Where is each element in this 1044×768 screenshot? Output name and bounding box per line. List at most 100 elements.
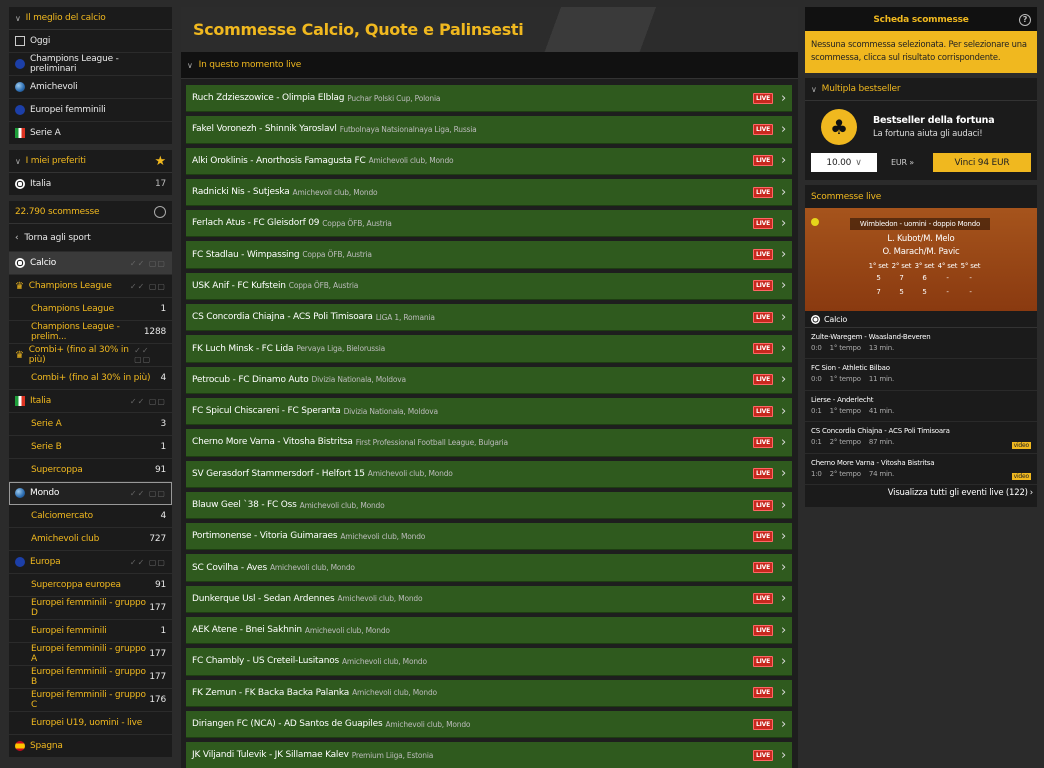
- best-item[interactable]: Serie A: [9, 122, 172, 145]
- all-live-link[interactable]: Visualizza tutti gli eventi live (122) ›: [805, 485, 1037, 501]
- globe-icon: [15, 82, 25, 92]
- tree-subitem[interactable]: Serie A 3: [9, 413, 172, 436]
- multi-bestseller-header[interactable]: ∨ Multipla bestseller: [805, 78, 1037, 101]
- favorites-header[interactable]: ∨ I miei preferiti ★: [9, 150, 172, 173]
- toggle-icons[interactable]: ✓✓ ▢▢: [130, 397, 166, 406]
- tree-subitem[interactable]: Combi+ (fino al 30% in più) 4: [9, 367, 172, 390]
- tennis-court-scoreboard[interactable]: Wimbledon - uomini - doppio Mondo L. Kub…: [805, 208, 1037, 311]
- tree-group[interactable]: Spagna: [9, 735, 172, 758]
- tree-subitem[interactable]: Europei femminili - gruppo B 177: [9, 666, 172, 689]
- best-item[interactable]: Amichevoli: [9, 76, 172, 99]
- soccer-ball-icon: [811, 314, 820, 324]
- tree-group[interactable]: Mondo ✓✓ ▢▢: [9, 482, 172, 505]
- live-event-row[interactable]: CS Concordia Chiajna - ACS Poli Timisoar…: [186, 304, 792, 332]
- live-event-row[interactable]: FC Chambly - US Creteil-Lusitanos Amichev…: [186, 648, 792, 676]
- live-event-row[interactable]: Ruch Zdzieszowice - Olimpia Elblag Puchar…: [186, 85, 792, 113]
- live-match-period: 1° tempo: [829, 344, 861, 352]
- tree-subitem[interactable]: Supercoppa europea 91: [9, 574, 172, 597]
- live-event-row[interactable]: Alki Oroklinis - Anorthosis Famagusta FC…: [186, 147, 792, 175]
- chevron-right-icon: ›: [781, 747, 786, 763]
- tree-subitem[interactable]: Europei femminili - gruppo D 177: [9, 597, 172, 620]
- tree-group[interactable]: ♛ Combi+ (fino al 30% in più) ✓✓ ▢▢: [9, 344, 172, 367]
- event-competition: Amichevoli club, Mondo: [337, 594, 423, 604]
- video-badge[interactable]: video: [1011, 441, 1031, 449]
- best-of-football-header[interactable]: ∨ Il meglio del calcio: [9, 7, 172, 30]
- tree-subitem[interactable]: Europei femminili - gruppo A 177: [9, 643, 172, 666]
- toggle-icons[interactable]: ✓✓ ▢▢: [130, 558, 166, 567]
- live-event-row[interactable]: FC Spicul Chiscareni - FC Speranta Divizi…: [186, 397, 792, 426]
- tree-subitem[interactable]: Europei U19, uomini - live: [9, 712, 172, 735]
- event-competition: Amichevoli club, Mondo: [299, 500, 385, 510]
- tree-subitem[interactable]: Europei femminili 1: [9, 620, 172, 643]
- live-event-row[interactable]: FK Zemun - FK Backa Backa Palanka Amichev…: [186, 679, 792, 707]
- live-event-row[interactable]: Radnicki Nis - Sutjeska Amichevoli club, …: [186, 178, 792, 207]
- live-event-row[interactable]: USK Anif - FC Kufstein Coppa ÖFB, Austria…: [186, 272, 792, 301]
- event-teams: Ferlach Atus - FC Gleisdorf 09: [192, 218, 320, 229]
- live-event-row[interactable]: Petrocub - FC Dinamo Auto Divizia Nationa…: [186, 366, 792, 394]
- tree-subitem-count: 4: [160, 511, 166, 521]
- star-icon[interactable]: ★: [155, 154, 167, 169]
- tree-group[interactable]: ♛ Champions League ✓✓ ▢▢: [9, 275, 172, 298]
- live-now-header[interactable]: ∨ In questo momento live: [181, 52, 798, 79]
- tree-subitem[interactable]: Champions League - prelim... 1288: [9, 321, 172, 344]
- tree-subitem[interactable]: Amichevoli club 727: [9, 528, 172, 551]
- event-teams: JK Viljandi Tulevik - JK Sillamae Kalev: [192, 750, 349, 761]
- video-badge[interactable]: video: [1011, 472, 1031, 480]
- best-item[interactable]: Oggi: [9, 30, 172, 53]
- favorite-item-italia[interactable]: Italia 17: [9, 173, 172, 196]
- tree-subitem[interactable]: Calciomercato 4: [9, 505, 172, 528]
- sport-tree: 22.790 scommesse ‹ Torna agli sport Calc…: [9, 201, 172, 758]
- sport-item-calcio[interactable]: Calcio ✓✓ ▢▢: [9, 252, 172, 275]
- back-to-sports[interactable]: ‹ Torna agli sport: [9, 224, 172, 252]
- bestseller-subtitle: La fortuna aiuta gli audaci!: [873, 129, 983, 139]
- win-button[interactable]: Vinci 94 EUR: [933, 153, 1031, 172]
- live-match-teams: Lierse - Anderlecht: [811, 395, 874, 404]
- help-icon[interactable]: ?: [1019, 14, 1031, 26]
- event-teams: AEK Atene - Bnei Sakhnin: [192, 625, 302, 636]
- clock-icon[interactable]: [154, 206, 166, 218]
- tree-subitem[interactable]: Europei femminili - gruppo C 176: [9, 689, 172, 712]
- toggle-icons[interactable]: ✓✓ ▢▢: [130, 282, 166, 291]
- soccer-ball-icon: [15, 258, 25, 268]
- tree-group[interactable]: Europa ✓✓ ▢▢: [9, 551, 172, 574]
- live-match-item[interactable]: Cherno More Varna - Vitosha Bistritsa 1:0…: [805, 454, 1037, 485]
- best-item[interactable]: Champions League - preliminari: [9, 53, 172, 76]
- toggle-icons[interactable]: ✓✓ ▢▢: [130, 489, 166, 498]
- tree-group[interactable]: Italia ✓✓ ▢▢: [9, 390, 172, 413]
- live-event-row[interactable]: AEK Atene - Bnei Sakhnin Amichevoli club,…: [186, 617, 792, 645]
- live-event-row[interactable]: Fakel Voronezh - Shinnik Yaroslavl Futbol…: [186, 116, 792, 144]
- toggle-icons[interactable]: ✓✓ ▢▢: [134, 346, 166, 364]
- tree-subitem[interactable]: Champions League 1: [9, 298, 172, 321]
- live-event-row[interactable]: FK Luch Minsk - FC Lida Pervaya Liga, Bie…: [186, 335, 792, 363]
- toggle-icons[interactable]: ✓✓ ▢▢: [130, 259, 166, 268]
- event-teams: FC Chambly - US Creteil-Lusitanos: [192, 656, 339, 667]
- live-match-item[interactable]: FC Sion - Athletic Bilbao 0:0 1° tempo 11 m…: [805, 359, 1037, 391]
- live-event-row[interactable]: Ferlach Atus - FC Gleisdorf 09 Coppa ÖFB,…: [186, 210, 792, 238]
- tab-bet-slip[interactable]: Scheda scommesse: [805, 7, 1037, 33]
- live-event-row[interactable]: Cherno More Varna - Vitosha Bistritsa Fir…: [186, 429, 792, 457]
- stake-select[interactable]: 10.00 ∨: [811, 153, 877, 172]
- live-event-row[interactable]: Portimonense - Vitoria Guimaraes Amichevo…: [186, 523, 792, 551]
- live-match-time: 13 min.: [868, 344, 895, 352]
- set-score: 6: [922, 274, 927, 282]
- tree-subitem-count: 1: [160, 626, 166, 636]
- tennis-score-table: 1° set 2° set 3° set 4° set 5° set 5 7 6 - - 7 5 5…: [867, 262, 982, 296]
- live-badge: LIVE: [753, 468, 773, 480]
- live-event-row[interactable]: FC Stadlau - Wimpassing Coppa ÖFB, Austri…: [186, 241, 792, 269]
- live-event-row[interactable]: SV Gerasdorf Stammersdorf - Helfort 15 Am…: [186, 460, 792, 488]
- live-event-row[interactable]: Blauw Geel `38 - FC Oss Amichevoli club, …: [186, 491, 792, 520]
- currency-text: EUR: [891, 158, 907, 167]
- best-item[interactable]: Europei femminili: [9, 99, 172, 122]
- soccer-ball-icon: [15, 179, 25, 189]
- live-match-item[interactable]: CS Concordia Chiajna - ACS Poli Timisoar…: [805, 422, 1037, 454]
- event-competition: Amichevoli club, Mondo: [340, 531, 426, 541]
- live-match-item[interactable]: Lierse - Anderlecht 0:1 1° tempo 41 min.: [805, 391, 1037, 423]
- live-event-row[interactable]: Diriangen FC (NCA) - AD Santos de Guapil…: [186, 710, 792, 739]
- live-match-item[interactable]: Zulte-Waregem - Waasland-Beveren 0:0 1° te…: [805, 328, 1037, 360]
- tree-subitem[interactable]: Serie B 1: [9, 436, 172, 459]
- event-teams: SC Covilha - Aves: [192, 562, 267, 573]
- live-event-row[interactable]: Dunkerque Usl - Sedan Ardennes Amichevoli…: [186, 585, 792, 614]
- live-event-row[interactable]: SC Covilha - Aves Amichevoli club, Mondo L…: [186, 554, 792, 582]
- live-event-row[interactable]: JK Viljandi Tulevik - JK Sillamae Kalev P…: [186, 742, 792, 768]
- tree-subitem[interactable]: Supercoppa 91: [9, 459, 172, 482]
